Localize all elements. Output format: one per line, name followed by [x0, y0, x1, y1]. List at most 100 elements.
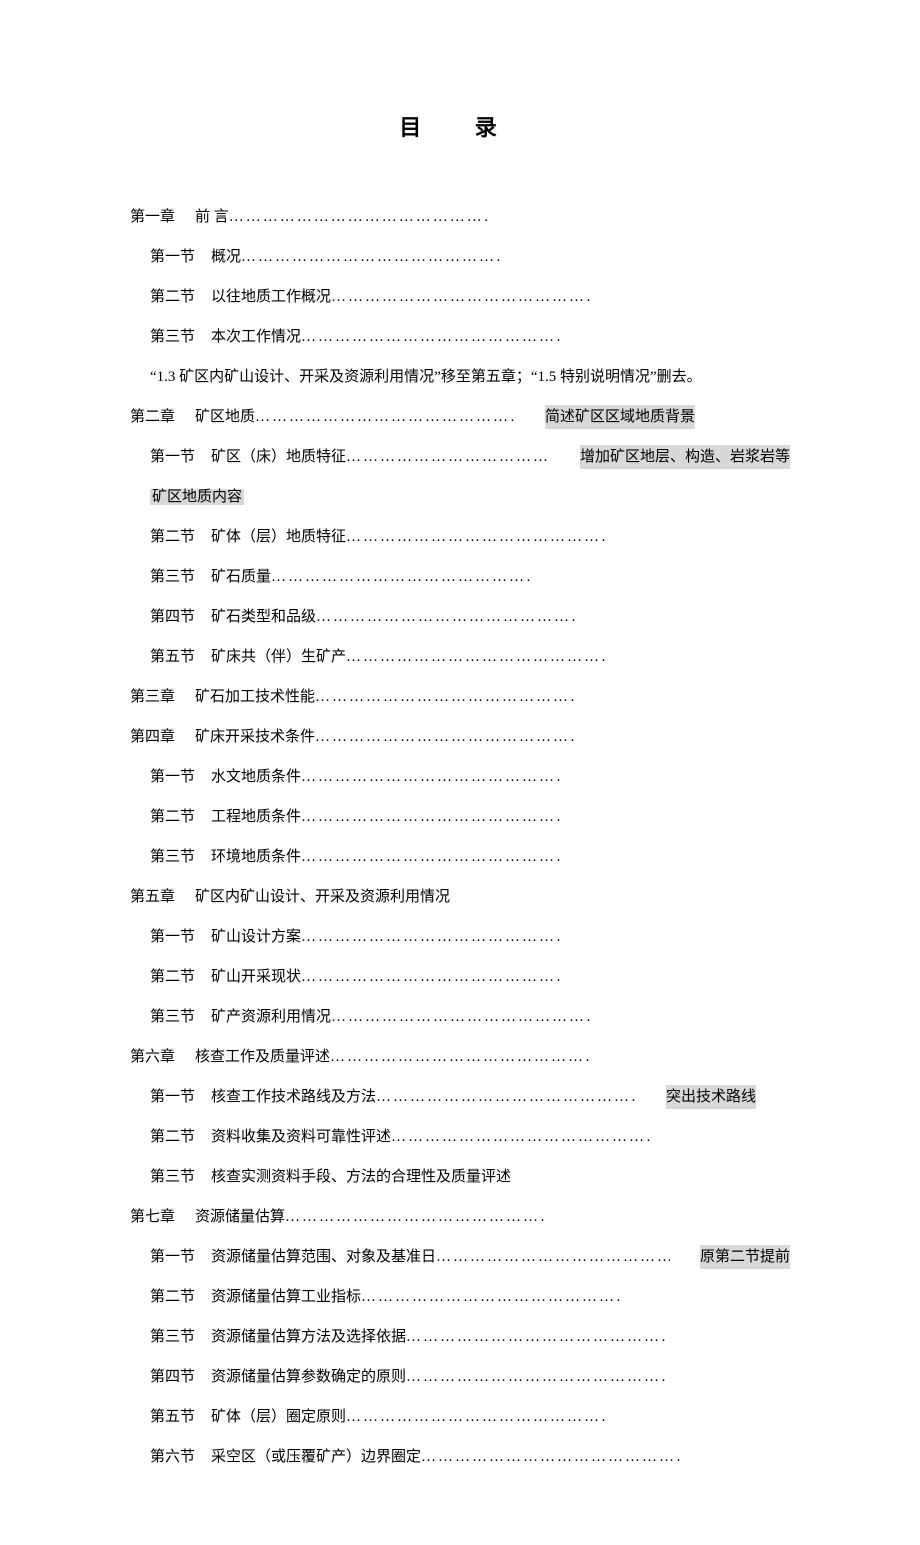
toc-section: 第一节水文地质条件: [130, 765, 790, 789]
toc-note: “1.3 矿区内矿山设计、开采及资源利用情况”移至第五章；“1.5 特别说明情况…: [130, 365, 790, 389]
entry-number: 第一节: [150, 765, 195, 789]
entry-number: 第一章: [130, 205, 175, 229]
annotation: 简述矿区区域地质背景: [545, 405, 695, 429]
entry-label: 采空区（或压覆矿产）边界圈定: [211, 1445, 421, 1469]
leader-dots: [391, 1125, 651, 1149]
toc-chapter: 第五章矿区内矿山设计、开采及资源利用情况: [130, 885, 790, 909]
entry-number: 第三节: [150, 1005, 195, 1029]
page-title: 目 录: [130, 110, 790, 145]
entry-label: 矿床共（伴）生矿产: [211, 645, 346, 669]
leader-dots: [301, 805, 561, 829]
entry-label: 矿区地质: [195, 405, 255, 429]
toc-section: 第一节资源储量估算范围、对象及基准日 原第二节提前: [130, 1245, 790, 1269]
entry-number: 第五节: [150, 1405, 195, 1429]
toc-section: 第二节资源储量估算工业指标: [130, 1285, 790, 1309]
entry-label: 核查实测资料手段、方法的合理性及质量评述: [211, 1165, 511, 1189]
entry-label: 矿区内矿山设计、开采及资源利用情况: [195, 885, 450, 909]
leader-dots: [346, 645, 606, 669]
leader-dots: [316, 605, 576, 629]
leader-dots: [346, 525, 606, 549]
entry-number: 第五章: [130, 885, 175, 909]
leader-dots: [301, 925, 561, 949]
toc-continuation: 矿区地质内容: [130, 485, 790, 509]
leader-dots: [315, 725, 575, 749]
toc-section: 第五节矿体（层）圈定原则: [130, 1405, 790, 1429]
entry-number: 第三章: [130, 685, 175, 709]
leader-dots: [406, 1365, 666, 1389]
toc-chapter: 第二章矿区地质 简述矿区区域地质背景: [130, 405, 790, 429]
toc-section: 第一节矿山设计方案: [130, 925, 790, 949]
continuation-text: 矿区地质内容: [150, 489, 244, 505]
entry-label: 矿石质量: [211, 565, 271, 589]
entry-number: 第二节: [150, 805, 195, 829]
toc-chapter: 第四章矿床开采技术条件: [130, 725, 790, 749]
entry-label: 矿体（层）地质特征: [211, 525, 346, 549]
toc-section: 第三节环境地质条件: [130, 845, 790, 869]
leader-dots: [361, 1285, 621, 1309]
leader-dots: [376, 1085, 636, 1109]
entry-label: 本次工作情况: [211, 325, 301, 349]
entry-label: 水文地质条件: [211, 765, 301, 789]
entry-number: 第二节: [150, 1125, 195, 1149]
leader-dots: [331, 285, 591, 309]
entry-label: 核查工作技术路线及方法: [211, 1085, 376, 1109]
entry-number: 第二节: [150, 525, 195, 549]
toc-section: 第二节矿山开采现状: [130, 965, 790, 989]
toc-section: 第三节核查实测资料手段、方法的合理性及质量评述: [130, 1165, 790, 1189]
entry-number: 第三节: [150, 1165, 195, 1189]
toc-section: 第三节矿石质量: [130, 565, 790, 589]
entry-number: 第一节: [150, 1085, 195, 1109]
annotation: 突出技术路线: [666, 1085, 756, 1109]
entry-label: 矿产资源利用情况: [211, 1005, 331, 1029]
leader-dots: [301, 325, 561, 349]
leader-dots: [301, 965, 561, 989]
table-of-contents: 第一章前 言第一节概况第二节以往地质工作概况第三节本次工作情况“1.3 矿区内矿…: [130, 205, 790, 1469]
toc-chapter: 第七章资源储量估算: [130, 1205, 790, 1229]
entry-label: 以往地质工作概况: [211, 285, 331, 309]
toc-chapter: 第六章核查工作及质量评述: [130, 1045, 790, 1069]
entry-label: 资源储量估算范围、对象及基准日: [211, 1245, 436, 1269]
leader-dots: [406, 1325, 666, 1349]
entry-label: 工程地质条件: [211, 805, 301, 829]
entry-number: 第一节: [150, 925, 195, 949]
leader-dots: [301, 845, 561, 869]
entry-label: 矿石类型和品级: [211, 605, 316, 629]
leader-dots: [301, 765, 561, 789]
entry-number: 第五节: [150, 645, 195, 669]
leader-dots: [255, 405, 515, 429]
annotation: 增加矿区地层、构造、岩浆岩等: [580, 445, 790, 469]
entry-number: 第三节: [150, 565, 195, 589]
toc-section: 第二节资料收集及资料可靠性评述: [130, 1125, 790, 1149]
entry-label: 资源储量估算工业指标: [211, 1285, 361, 1309]
leader-dots: [241, 245, 501, 269]
toc-section: 第二节矿体（层）地质特征: [130, 525, 790, 549]
leader-dots: [229, 205, 489, 229]
toc-section: 第四节资源储量估算参数确定的原则: [130, 1365, 790, 1389]
toc-section: 第三节矿产资源利用情况: [130, 1005, 790, 1029]
toc-section: 第五节矿床共（伴）生矿产: [130, 645, 790, 669]
entry-number: 第六章: [130, 1045, 175, 1069]
annotation: 原第二节提前: [700, 1245, 790, 1269]
entry-label: 矿石加工技术性能: [195, 685, 315, 709]
leader-dots: [331, 1005, 591, 1029]
entry-number: 第一节: [150, 1245, 195, 1269]
toc-section: 第四节矿石类型和品级: [130, 605, 790, 629]
note-text: “1.3 矿区内矿山设计、开采及资源利用情况”移至第五章；“1.5 特别说明情况…: [150, 365, 702, 389]
entry-number: 第二章: [130, 405, 175, 429]
toc-section: 第三节资源储量估算方法及选择依据: [130, 1325, 790, 1349]
leader-dots: [271, 565, 531, 589]
entry-label: 资源储量估算参数确定的原则: [211, 1365, 406, 1389]
entry-number: 第二节: [150, 965, 195, 989]
toc-chapter: 第一章前 言: [130, 205, 790, 229]
entry-label: 概况: [211, 245, 241, 269]
toc-section: 第一节矿区（床）地质特征增加矿区地层、构造、岩浆岩等: [130, 445, 790, 469]
leader-dots: [436, 1245, 670, 1269]
entry-label: 资源储量估算方法及选择依据: [211, 1325, 406, 1349]
entry-number: 第三节: [150, 325, 195, 349]
entry-number: 第六节: [150, 1445, 195, 1469]
entry-label: 资料收集及资料可靠性评述: [211, 1125, 391, 1149]
entry-number: 第二节: [150, 285, 195, 309]
leader-dots: [421, 1445, 681, 1469]
entry-label: 矿山开采现状: [211, 965, 301, 989]
leader-dots: [346, 1405, 606, 1429]
